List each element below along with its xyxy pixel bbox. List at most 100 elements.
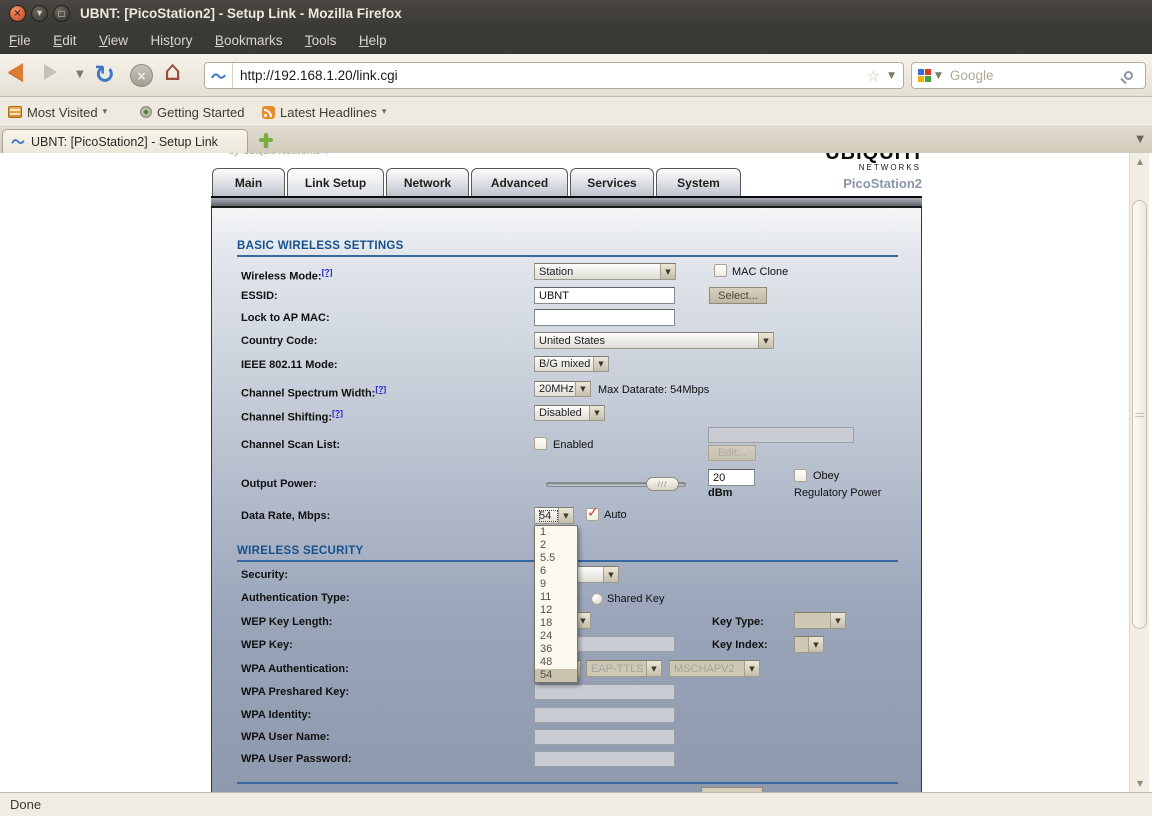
help-link[interactable]: [?]: [375, 384, 386, 394]
rate-option[interactable]: 9: [535, 578, 577, 591]
scan-list-input: [708, 427, 854, 443]
forward-icon[interactable]: [44, 64, 57, 80]
search-icon[interactable]: [1124, 71, 1133, 80]
rate-option[interactable]: 48: [535, 656, 577, 669]
menu-help[interactable]: Help: [350, 28, 396, 54]
output-power-label: Output Power:: [241, 478, 317, 490]
search-engine-dropdown-icon[interactable]: ▼: [931, 71, 942, 81]
channel-width-select[interactable]: 20MHz▼: [534, 381, 591, 397]
window-maximize-icon[interactable]: □: [53, 5, 70, 22]
ieee-mode-select[interactable]: B/G mixed▼: [534, 356, 609, 372]
country-code-select[interactable]: United States▼: [534, 332, 774, 349]
key-index-label: Key Index:: [712, 639, 768, 651]
essid-label: ESSID:: [241, 290, 278, 302]
rate-option[interactable]: 5.5: [535, 552, 577, 565]
rate-option[interactable]: 11: [535, 591, 577, 604]
menu-history[interactable]: History: [141, 28, 201, 54]
scan-enabled-label: Enabled: [553, 439, 593, 451]
rate-option[interactable]: 12: [535, 604, 577, 617]
select-arrow-icon[interactable]: ▼: [575, 382, 590, 396]
select-arrow-icon[interactable]: ▼: [603, 567, 618, 582]
data-rate-dropdown-list[interactable]: 1 2 5.5 6 9 11 12 18 24 36 48 54: [534, 525, 578, 683]
reload-icon[interactable]: ↻: [94, 60, 115, 89]
scan-enabled-checkbox[interactable]: [534, 437, 547, 450]
stop-icon[interactable]: ×: [130, 64, 153, 87]
page-tab-main[interactable]: Main: [212, 168, 285, 196]
output-power-slider-handle[interactable]: [646, 477, 679, 491]
output-power-unit: dBm: [708, 487, 732, 499]
rate-option[interactable]: 1: [535, 526, 577, 539]
auth-shared-radio[interactable]: [591, 593, 603, 605]
new-tab-icon[interactable]: [258, 132, 274, 148]
bookmark-most-visited[interactable]: Most Visited ▾: [8, 97, 107, 127]
mac-clone-checkbox[interactable]: [714, 264, 727, 277]
browser-tab[interactable]: UBNT: [PicoStation2] - Setup Link: [2, 129, 248, 153]
channel-width-label: Channel Spectrum Width:[?]: [241, 384, 386, 400]
bookmark-getting-started[interactable]: Getting Started: [140, 97, 244, 127]
header-divider-bar: [211, 196, 922, 208]
window-minimize-icon[interactable]: ▾: [31, 5, 48, 22]
window-close-icon[interactable]: ×: [9, 5, 26, 22]
help-link[interactable]: [?]: [332, 408, 343, 418]
page-tab-services[interactable]: Services: [570, 168, 654, 196]
menu-tools[interactable]: Tools: [296, 28, 346, 54]
bookmark-star-icon[interactable]: ☆: [867, 67, 888, 85]
select-arrow-icon[interactable]: ▼: [758, 333, 773, 348]
wireless-mode-select[interactable]: Station▼: [534, 263, 676, 280]
obey-regulatory-checkbox[interactable]: [794, 469, 807, 482]
rate-option[interactable]: 6: [535, 565, 577, 578]
back-forward-dropdown-icon[interactable]: ▼: [76, 69, 84, 80]
menu-edit[interactable]: Edit: [44, 28, 85, 54]
channel-scan-label: Channel Scan List:: [241, 439, 340, 451]
back-icon[interactable]: [8, 63, 23, 81]
key-type-label: Key Type:: [712, 616, 764, 628]
wpa-psk-input: [534, 684, 675, 700]
url-text[interactable]: http://192.168.1.20/link.cgi: [233, 68, 867, 83]
select-arrow-icon[interactable]: ▼: [593, 357, 608, 371]
page-tab-system[interactable]: System: [656, 168, 741, 196]
status-text: Done: [10, 793, 41, 816]
menu-view[interactable]: View: [90, 28, 137, 54]
page-tab-advanced[interactable]: Advanced: [471, 168, 568, 196]
scroll-down-icon[interactable]: ▼: [1130, 775, 1150, 792]
search-bar[interactable]: ▼ Google: [911, 62, 1146, 89]
select-arrow-icon[interactable]: ▼: [558, 508, 573, 523]
url-bar[interactable]: http://192.168.1.20/link.cgi ☆ ▼: [204, 62, 904, 89]
rss-icon: [262, 106, 275, 119]
bookmark-latest-headlines[interactable]: Latest Headlines ▾: [262, 97, 386, 127]
url-dropdown-icon[interactable]: ▼: [888, 71, 903, 81]
select-arrow-icon: ▼: [808, 637, 823, 652]
wpa-username-label: WPA User Name:: [241, 731, 330, 743]
menu-file[interactable]: File: [0, 28, 40, 54]
page-tab-link-setup[interactable]: Link Setup: [287, 168, 384, 196]
help-link[interactable]: [?]: [322, 267, 333, 277]
essid-select-button[interactable]: Select...: [709, 287, 767, 304]
chevron-down-icon: ▾: [103, 107, 108, 117]
ubiquiti-logo: UBIQUITI NETWORKS: [825, 153, 921, 173]
rate-option[interactable]: 18: [535, 617, 577, 630]
auth-type-label: Authentication Type:: [241, 592, 350, 604]
channel-shifting-select[interactable]: Disabled▼: [534, 405, 605, 421]
vertical-scrollbar[interactable]: ▲ ▼: [1129, 153, 1149, 792]
wpa-password-label: WPA User Password:: [241, 753, 352, 765]
output-power-input[interactable]: 20: [708, 469, 755, 486]
data-rate-select[interactable]: 54▼: [534, 507, 574, 524]
lock-ap-mac-input[interactable]: [534, 309, 675, 326]
scrollbar-thumb[interactable]: [1132, 200, 1147, 629]
scroll-up-icon[interactable]: ▲: [1130, 153, 1150, 170]
rate-option[interactable]: 24: [535, 630, 577, 643]
select-arrow-icon[interactable]: ▼: [589, 406, 604, 420]
search-input[interactable]: Google: [942, 68, 1124, 83]
auto-checkbox[interactable]: [586, 508, 599, 521]
tab-list-dropdown-icon[interactable]: ▼: [1136, 134, 1144, 145]
rate-option[interactable]: 2: [535, 539, 577, 552]
rate-option[interactable]: 36: [535, 643, 577, 656]
home-icon[interactable]: ⌂: [164, 62, 181, 82]
menu-bookmarks[interactable]: Bookmarks: [206, 28, 292, 54]
essid-input[interactable]: UBNT: [534, 287, 675, 304]
rate-option-selected[interactable]: 54: [535, 669, 577, 682]
mac-clone-label: MAC Clone: [732, 266, 788, 278]
page-tab-network[interactable]: Network: [386, 168, 469, 196]
select-arrow-icon[interactable]: ▼: [660, 264, 675, 279]
section-divider: [237, 255, 898, 257]
